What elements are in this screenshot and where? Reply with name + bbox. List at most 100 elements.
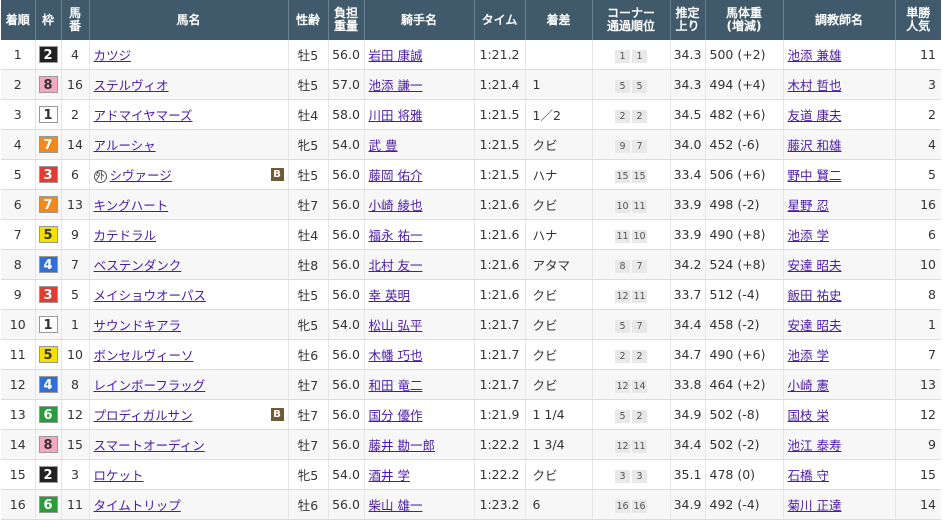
jockey-name-link[interactable]: 藤井 勘一郎 — [369, 438, 435, 453]
weight-cell: 56.0 — [328, 489, 365, 520]
rank-cell: 16 — [1, 489, 36, 520]
header-rank[interactable]: 着順 — [1, 0, 36, 40]
jockey-name-link[interactable]: 松山 弘平 — [369, 318, 423, 333]
trainer-name-link[interactable]: 安達 昭夫 — [788, 258, 842, 273]
horse-name-link[interactable]: レインボーフラッグ — [94, 378, 206, 393]
horse-cell: カテドラル — [89, 219, 289, 250]
trainer-name-link[interactable]: 池江 泰寿 — [788, 438, 842, 453]
header-sexage[interactable]: 性齢 — [288, 0, 329, 40]
horse-name-link[interactable]: キングハート — [94, 198, 169, 213]
jockey-name-link[interactable]: 武 豊 — [369, 138, 398, 153]
horse-name-link[interactable]: アドマイヤマーズ — [94, 108, 193, 123]
waku-cell: 2 — [35, 459, 62, 490]
corner-position: 5 — [632, 79, 647, 93]
horse-name-link[interactable]: カテドラル — [94, 228, 157, 243]
sexage-cell: 牡5 — [288, 69, 329, 100]
horse-cell: アルーシャ — [89, 129, 289, 160]
header-weight[interactable]: 負担 重量 — [328, 0, 365, 40]
horse-name-link[interactable]: ステルヴィオ — [94, 78, 169, 93]
header-umaban[interactable]: 馬番 — [61, 0, 90, 40]
jockey-name-link[interactable]: 木幡 巧也 — [369, 348, 423, 363]
horse-cell: サウンドキアラ — [89, 309, 289, 340]
corner-cell: 12 11 — [592, 429, 671, 460]
jockey-name-link[interactable]: 酒井 学 — [369, 468, 410, 483]
jockey-cell: 岩田 康誠 — [364, 40, 475, 70]
trainer-name-link[interactable]: 国枝 栄 — [788, 408, 829, 423]
weight-cell: 56.0 — [328, 399, 365, 430]
jockey-cell: 国分 優作 — [364, 399, 475, 430]
corner-position: 16 — [632, 499, 647, 513]
body-weight-cell: 494 (+4) — [705, 69, 784, 100]
horse-name-link[interactable]: ベステンダンク — [94, 258, 182, 273]
popularity-cell: 7 — [895, 339, 941, 370]
horse-name-link[interactable]: サウンドキアラ — [94, 318, 182, 333]
header-corner[interactable]: コーナー 通過順位 — [592, 0, 671, 40]
jockey-cell: 藤岡 佑介 — [364, 159, 475, 190]
time-cell: 1:21.7 — [474, 309, 526, 340]
trainer-name-link[interactable]: 石橋 守 — [788, 468, 829, 483]
trainer-name-link[interactable]: 藤沢 和雄 — [788, 138, 842, 153]
horse-cell: メイショウオーパス — [89, 279, 289, 310]
trainer-name-link[interactable]: 池添 兼雄 — [788, 48, 842, 63]
horse-name-link[interactable]: ボンセルヴィーソ — [94, 348, 194, 363]
horse-name-link[interactable]: シヴァージ — [110, 168, 172, 183]
jockey-name-link[interactable]: 柴山 雄一 — [369, 498, 423, 513]
trainer-name-link[interactable]: 安達 昭夫 — [788, 318, 842, 333]
horse-name-link[interactable]: スマートオーディン — [94, 438, 205, 453]
horse-cell: キングハート — [89, 189, 289, 220]
header-body-weight[interactable]: 馬体重 (増減) — [705, 0, 784, 40]
header-waku[interactable]: 枠 — [35, 0, 62, 40]
trainer-name-link[interactable]: 野中 賢二 — [788, 168, 842, 183]
corner-position: 2 — [632, 409, 647, 423]
umaban-cell: 2 — [61, 99, 90, 130]
waku-badge: 7 — [38, 136, 58, 153]
jockey-name-link[interactable]: 国分 優作 — [369, 408, 423, 423]
jockey-cell: 川田 将雅 — [364, 99, 475, 130]
horse-name-link[interactable]: プロディガルサン — [94, 408, 193, 423]
horse-name-link[interactable]: ロケット — [94, 468, 144, 483]
waku-badge: 6 — [38, 496, 58, 513]
jockey-name-link[interactable]: 和田 竜二 — [369, 378, 423, 393]
header-margin[interactable]: 着差 — [525, 0, 593, 40]
rank-cell: 10 — [1, 309, 36, 340]
header-horse[interactable]: 馬名 — [89, 0, 289, 40]
header-trainer[interactable]: 調教師名 — [783, 0, 896, 40]
trainer-name-link[interactable]: 小崎 憲 — [788, 378, 829, 393]
header-agari[interactable]: 推定 上り — [670, 0, 706, 40]
jockey-name-link[interactable]: 福永 祐一 — [369, 228, 423, 243]
umaban-cell: 3 — [61, 459, 90, 490]
trainer-name-link[interactable]: 友道 康夫 — [788, 108, 842, 123]
header-popularity[interactable]: 単勝 人気 — [895, 0, 941, 40]
jockey-name-link[interactable]: 岩田 康誠 — [369, 48, 423, 63]
horse-name-link[interactable]: アルーシャ — [94, 138, 156, 153]
trainer-name-link[interactable]: 星野 忍 — [788, 198, 829, 213]
trainer-name-link[interactable]: 木村 哲也 — [788, 78, 842, 93]
waku-cell: 5 — [35, 339, 62, 370]
trainer-name-link[interactable]: 池添 学 — [788, 348, 829, 363]
jockey-name-link[interactable]: 小崎 綾也 — [369, 198, 423, 213]
jockey-name-link[interactable]: 池添 謙一 — [369, 78, 423, 93]
trainer-name-link[interactable]: 菊川 正達 — [788, 498, 842, 513]
horse-name-link[interactable]: タイムトリップ — [94, 498, 181, 513]
popularity-cell: 16 — [895, 189, 941, 220]
trainer-cell: 菊川 正達 — [783, 489, 896, 520]
horse-name-link[interactable]: カツジ — [94, 48, 132, 63]
corner-position: 11 — [632, 439, 647, 453]
horse-name-link[interactable]: メイショウオーパス — [94, 288, 206, 303]
jockey-name-link[interactable]: 藤岡 佑介 — [369, 168, 423, 183]
sexage-cell: 牡5 — [288, 279, 329, 310]
table-row: 6 7 13 キングハート 牡7 56.0 小崎 綾也 1:21.6 クビ 10 11 33.9 498… — [1, 189, 941, 220]
agari-cell: 33.8 — [670, 369, 706, 400]
jockey-cell: 北村 友一 — [364, 249, 475, 280]
trainer-name-link[interactable]: 飯田 祐史 — [788, 288, 842, 303]
header-jockey[interactable]: 騎手名 — [364, 0, 475, 40]
header-time[interactable]: タイム — [474, 0, 526, 40]
jockey-name-link[interactable]: 北村 友一 — [369, 258, 423, 273]
margin-cell: クビ — [525, 279, 593, 310]
jockey-cell: 木幡 巧也 — [364, 339, 475, 370]
jockey-name-link[interactable]: 幸 英明 — [369, 288, 410, 303]
trainer-cell: 池添 学 — [783, 219, 896, 250]
jockey-name-link[interactable]: 川田 将雅 — [369, 108, 423, 123]
trainer-name-link[interactable]: 池添 学 — [788, 228, 829, 243]
blinker-icon: B — [270, 168, 284, 181]
